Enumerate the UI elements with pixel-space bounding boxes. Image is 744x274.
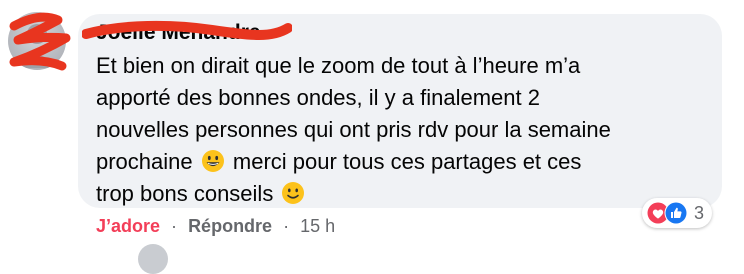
smiling-face-emoji bbox=[282, 182, 305, 204]
comment-line: nouvelles personnes qui ont pris rdv pou… bbox=[96, 117, 611, 142]
reaction-summary[interactable]: 3 bbox=[642, 198, 713, 228]
separator-dot: · bbox=[283, 216, 290, 236]
reply-button[interactable]: Répondre bbox=[188, 216, 272, 236]
comment-line-segment: prochaine bbox=[96, 149, 193, 174]
love-reaction-button[interactable]: J’adore bbox=[96, 216, 160, 236]
comment-line-segment: merci pour tous ces partages et ces bbox=[232, 149, 582, 174]
comment-line: trop bons conseils bbox=[96, 178, 716, 210]
comment-text: Et bien on dirait que le zoom de tout à … bbox=[96, 50, 716, 210]
comment-line-segment: trop bons conseils bbox=[96, 181, 274, 206]
separator-dot: · bbox=[171, 216, 178, 236]
comment-line: Et bien on dirait que le zoom de tout à … bbox=[96, 53, 581, 78]
comment-timestamp[interactable]: 15 h bbox=[300, 216, 335, 236]
reaction-count: 3 bbox=[694, 202, 705, 223]
reply-avatar bbox=[138, 244, 168, 274]
comment-line: prochaine merci pour tous ces partages e… bbox=[96, 146, 716, 178]
comment-actions: J’adore · Répondre · 15 h bbox=[96, 214, 335, 238]
grinning-face-emoji bbox=[201, 150, 224, 172]
avatar-redaction-scribble bbox=[9, 12, 71, 71]
author-redaction-scribble bbox=[82, 20, 292, 40]
like-reaction-icon bbox=[664, 201, 688, 225]
comment-line: apporté des bonnes ondes, il y a finalem… bbox=[96, 85, 540, 110]
